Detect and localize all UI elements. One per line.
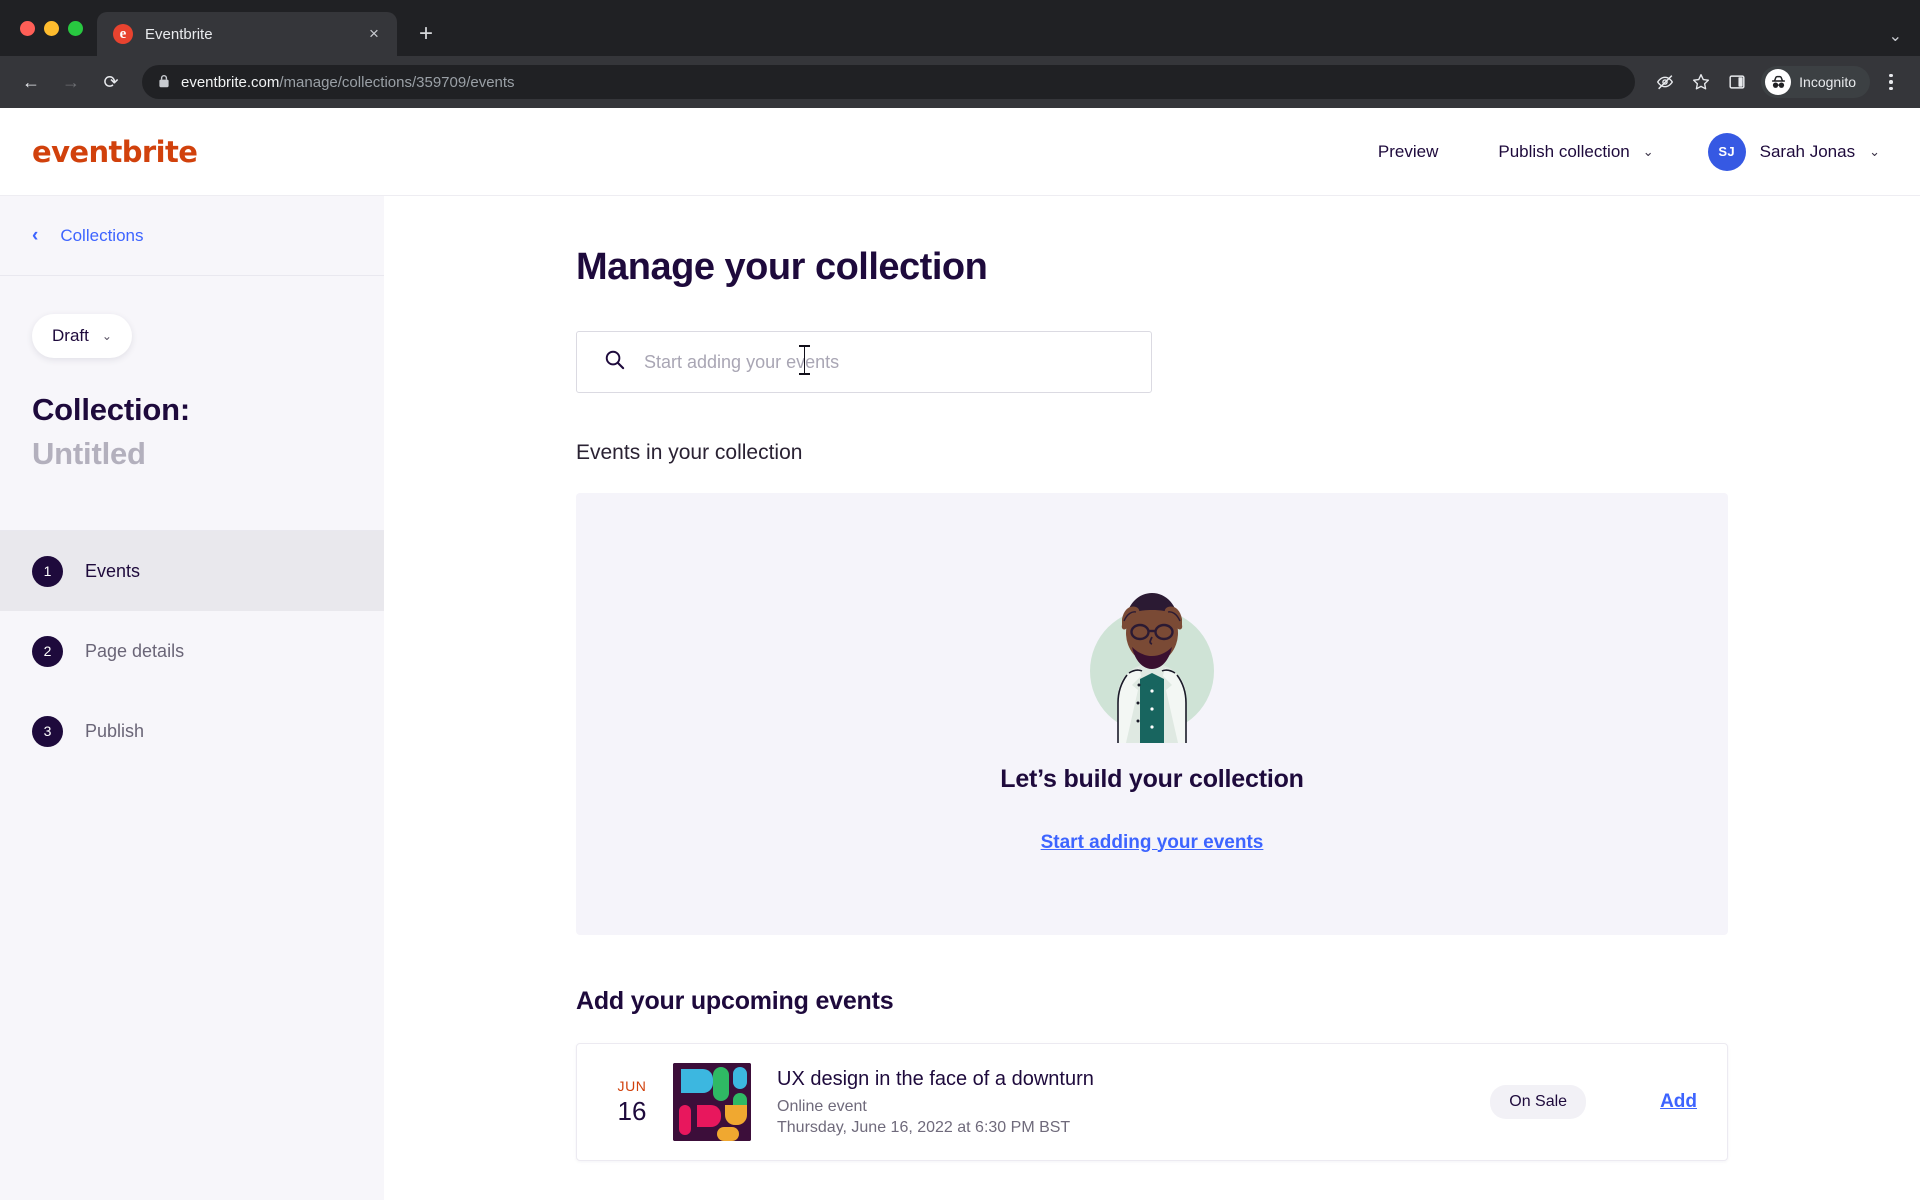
sidebar-item-label: Publish xyxy=(85,720,145,741)
main-inner: Manage your collection Start adding your… xyxy=(576,246,1728,1161)
breadcrumb-collections-link[interactable]: Collections xyxy=(60,226,143,246)
step-number: 2 xyxy=(32,635,63,667)
side-panel-icon[interactable] xyxy=(1721,66,1753,98)
search-input[interactable]: Start adding your events xyxy=(576,331,1152,393)
tab-search-chevron-down-icon[interactable]: ⌄ xyxy=(1889,26,1902,46)
eye-off-icon[interactable] xyxy=(1649,66,1681,98)
incognito-indicator[interactable]: Incognito xyxy=(1761,66,1870,98)
page-viewport: eventbrite Preview Publish collection ⌄ … xyxy=(0,108,1920,1200)
publish-collection-label: Publish collection xyxy=(1498,141,1630,161)
event-location: Online event xyxy=(777,1097,867,1115)
lock-icon xyxy=(158,74,170,91)
close-window-button[interactable] xyxy=(20,20,35,36)
empty-state-title: Let’s build your collection xyxy=(1000,764,1304,793)
status-badge-draft[interactable]: Draft ⌄ xyxy=(32,314,132,358)
event-datetime: Thursday, June 16, 2022 at 6:30 PM BST xyxy=(777,1118,1071,1136)
sidebar-item-publish[interactable]: 3 Publish xyxy=(0,691,384,771)
url-path: /manage/collections/359709/events xyxy=(279,73,515,91)
sidebar-steps: 1 Events 2 Page details 3 Publish xyxy=(0,530,384,771)
collection-name: Untitled xyxy=(32,436,146,472)
back-button[interactable]: ← xyxy=(14,65,48,99)
event-title: UX design in the face of a downturn xyxy=(777,1067,1094,1090)
incognito-icon xyxy=(1765,69,1792,95)
tab-title: Eventbrite xyxy=(145,25,213,43)
eventbrite-header: eventbrite Preview Publish collection ⌄ … xyxy=(0,108,1920,196)
eventbrite-favicon-icon: e xyxy=(113,24,133,44)
upcoming-events-label: Add your upcoming events xyxy=(576,987,894,1015)
url-domain: eventbrite.com xyxy=(181,73,280,91)
collection-summary: Draft ⌄ Collection: Untitled xyxy=(0,276,384,476)
reload-button[interactable]: ⟳ xyxy=(94,65,128,99)
browser-tab-eventbrite[interactable]: e Eventbrite × xyxy=(97,12,397,56)
chevron-left-icon: ‹ xyxy=(32,225,39,246)
sidebar-item-label: Events xyxy=(85,560,141,581)
sidebar: ‹ Collections Draft ⌄ Collection: Untitl… xyxy=(0,196,384,1200)
page-body: ‹ Collections Draft ⌄ Collection: Untitl… xyxy=(0,196,1920,1200)
toolbar-icon-group: Incognito xyxy=(1649,66,1906,98)
sidebar-item-events[interactable]: 1 Events xyxy=(0,531,384,612)
person-hands-on-head-illustration xyxy=(1072,575,1232,743)
page-title: Manage your collection xyxy=(576,246,988,288)
status-badge: On Sale xyxy=(1490,1085,1587,1119)
breadcrumb[interactable]: ‹ Collections xyxy=(0,196,384,276)
chevron-down-icon: ⌄ xyxy=(1642,144,1654,159)
text-cursor xyxy=(799,345,810,375)
address-bar[interactable]: eventbrite.com/manage/collections/359709… xyxy=(142,65,1636,99)
browser-toolbar: ← → ⟳ eventbrite.com/manage/collections/… xyxy=(0,56,1920,108)
chevron-down-icon: ⌄ xyxy=(1869,144,1880,159)
sidebar-item-page-details[interactable]: 2 Page details xyxy=(0,611,384,691)
add-event-button[interactable]: Add xyxy=(1660,1091,1697,1113)
browser-window: e Eventbrite × + ⌄ ← → ⟳ eventbrite.com/… xyxy=(0,0,1920,1200)
empty-state-panel: Let’s build your collection Start adding… xyxy=(576,493,1728,935)
user-menu[interactable]: SJ Sarah Jonas ⌄ xyxy=(1684,108,1880,196)
avatar: SJ xyxy=(1707,132,1746,171)
incognito-label: Incognito xyxy=(1799,74,1856,90)
collection-label: Collection: xyxy=(32,392,190,427)
start-adding-events-link[interactable]: Start adding your events xyxy=(1041,832,1264,854)
maximize-window-button[interactable] xyxy=(68,20,83,36)
step-number: 3 xyxy=(32,715,63,747)
browser-tabstrip: e Eventbrite × + ⌄ xyxy=(0,0,1920,56)
new-tab-button[interactable]: + xyxy=(409,17,443,51)
user-name-label: Sarah Jonas xyxy=(1759,141,1856,161)
upcoming-events-list: JUN 16 UX design in the face of a downtu… xyxy=(576,1043,1728,1161)
more-menu-icon[interactable] xyxy=(1876,67,1906,97)
sidebar-item-label: Page details xyxy=(85,640,185,661)
main-content: Manage your collection Start adding your… xyxy=(384,196,1920,1200)
preview-label: Preview xyxy=(1377,141,1439,161)
event-info: UX design in the face of a downturn Onli… xyxy=(777,1068,1490,1137)
events-section-label: Events in your collection xyxy=(576,441,803,464)
header-actions: Preview Publish collection ⌄ SJ Sarah Jo… xyxy=(1348,108,1880,196)
window-traffic-lights xyxy=(16,0,97,56)
eventbrite-logo[interactable]: eventbrite xyxy=(32,135,198,169)
close-tab-icon[interactable]: × xyxy=(363,23,385,45)
star-icon[interactable] xyxy=(1685,66,1717,98)
publish-collection-dropdown[interactable]: Publish collection ⌄ xyxy=(1468,108,1683,196)
event-day: 16 xyxy=(617,1095,647,1126)
event-date: JUN 16 xyxy=(601,1078,663,1127)
list-item[interactable]: JUN 16 UX design in the face of a downtu… xyxy=(577,1044,1727,1160)
search-icon xyxy=(603,348,626,376)
event-thumbnail xyxy=(673,1063,751,1141)
step-number: 1 xyxy=(32,555,63,587)
forward-button[interactable]: → xyxy=(54,65,88,99)
minimize-window-button[interactable] xyxy=(44,20,59,36)
preview-button[interactable]: Preview xyxy=(1348,108,1468,196)
chevron-down-icon: ⌄ xyxy=(101,329,112,343)
event-month: JUN xyxy=(617,1077,647,1094)
address-bar-url: eventbrite.com/manage/collections/359709… xyxy=(181,74,515,91)
status-label: Draft xyxy=(52,326,89,345)
